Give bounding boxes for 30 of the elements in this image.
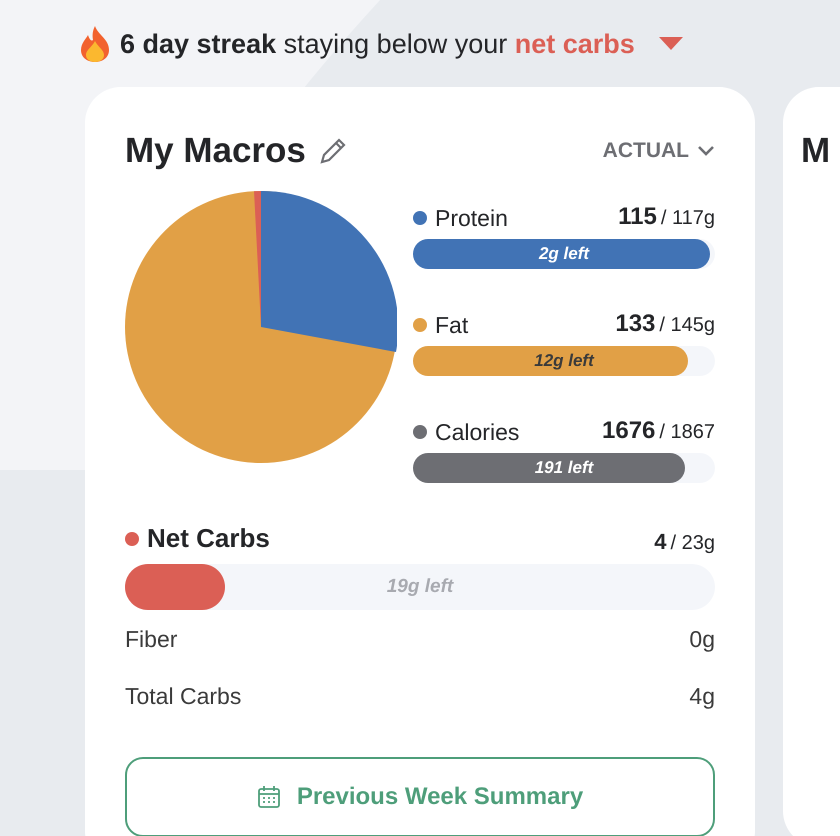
macro-value: 1676 xyxy=(602,416,656,446)
macro-value: 133 xyxy=(615,309,656,339)
macro-name: Calories xyxy=(435,418,520,446)
remaining-label: 2g left xyxy=(538,243,590,266)
remaining-label: 19g left xyxy=(386,574,455,599)
detail-value: 4g xyxy=(689,682,715,711)
macro-name: Net Carbs xyxy=(147,522,270,555)
calendar-icon xyxy=(256,785,281,809)
dropdown-icon[interactable] xyxy=(658,37,683,52)
mode-dropdown[interactable]: ACTUAL xyxy=(602,135,715,166)
card-title: M xyxy=(801,130,830,170)
macro-target: / 23g xyxy=(670,531,715,556)
detail-label: Total Carbs xyxy=(125,682,242,710)
remaining-label: 12g left xyxy=(533,350,596,372)
flame-icon xyxy=(78,25,112,64)
macro-value: 4 xyxy=(654,528,667,556)
macro-value: 115 xyxy=(618,202,657,232)
detail-value: 0g xyxy=(689,625,715,654)
macro-target: / 1867 xyxy=(659,420,715,445)
detail-label: Fiber xyxy=(125,625,178,654)
streak-text: 6 day streak staying below your net carbs xyxy=(120,28,635,61)
chevron-icon xyxy=(697,144,715,157)
macro-target: / 145g xyxy=(659,313,715,338)
card-title: My Macros xyxy=(125,130,306,172)
remaining-label: 191 left xyxy=(534,457,595,480)
macro-name: Protein xyxy=(435,204,508,232)
macro-target: / 117g xyxy=(660,206,715,231)
summary-button[interactable]: Previous Week Summary xyxy=(125,757,715,836)
pencil-icon[interactable] xyxy=(318,136,348,166)
macro-name: Fat xyxy=(435,310,468,340)
